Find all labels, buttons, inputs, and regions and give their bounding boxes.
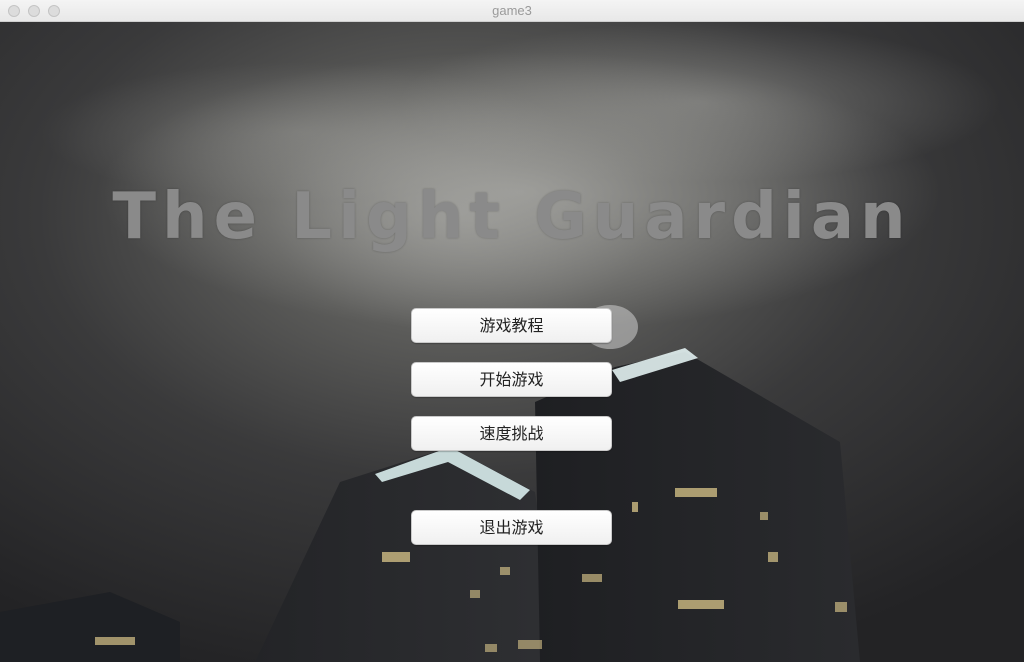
window-title: game3 [492, 3, 532, 18]
game-window: game3 The Light Guardian 游戏教程 开始游戏 速度挑战 … [0, 0, 1024, 662]
speed-challenge-button[interactable]: 速度挑战 [411, 416, 612, 451]
game-title: The Light Guardian [112, 180, 912, 254]
tutorial-button[interactable]: 游戏教程 [411, 308, 612, 343]
quit-game-button[interactable]: 退出游戏 [411, 510, 612, 545]
title-bar[interactable]: game3 [0, 0, 1024, 22]
start-game-button[interactable]: 开始游戏 [411, 362, 612, 397]
